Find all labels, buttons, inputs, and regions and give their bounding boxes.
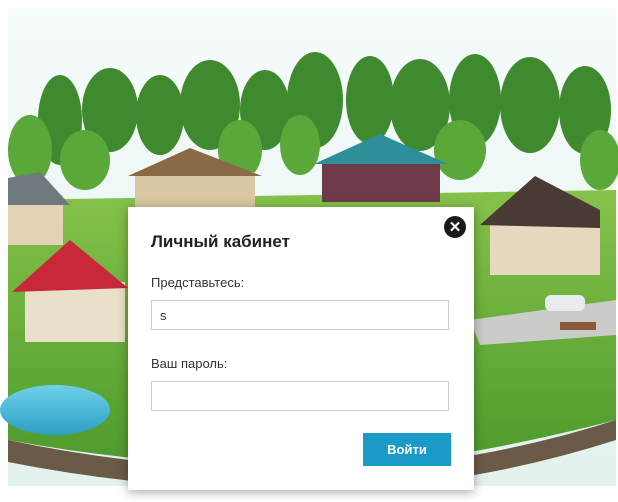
login-button[interactable]: Войти [363,433,451,466]
login-dialog: Личный кабинет ✕ Представьтесь: Ваш паро… [128,207,474,490]
dialog-title: Личный кабинет [151,232,290,251]
name-input[interactable] [151,300,449,330]
password-label: Ваш пароль: [151,356,228,371]
close-icon[interactable]: ✕ [444,216,466,238]
password-input[interactable] [151,381,449,411]
name-label: Представьтесь: [151,275,245,290]
